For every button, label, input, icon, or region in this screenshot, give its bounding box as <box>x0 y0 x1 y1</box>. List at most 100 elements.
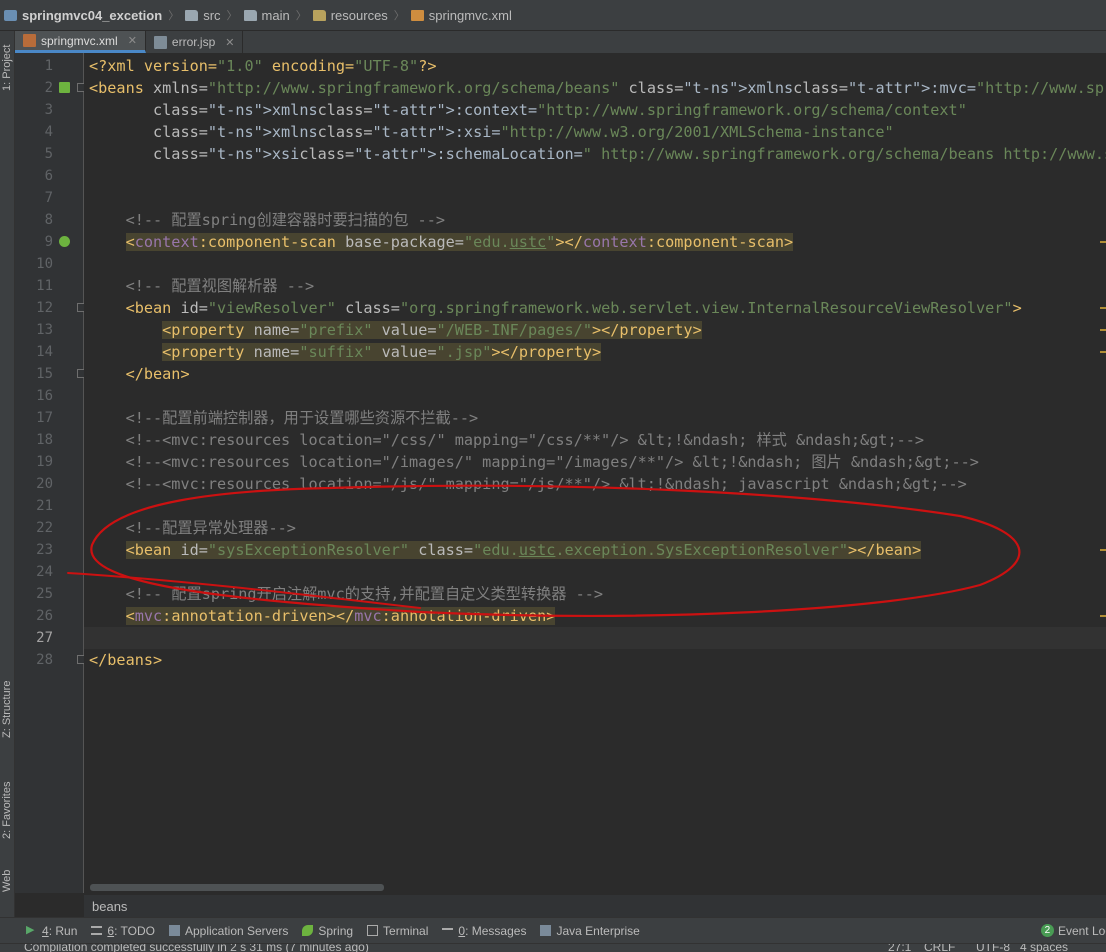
editor-tabs: springmvc.xml ✕ error.jsp ✕ <box>15 31 1106 54</box>
breadcrumb-file[interactable]: springmvc.xml <box>407 0 516 30</box>
event-count-badge: 2 <box>1040 924 1054 937</box>
error-stripe-mark[interactable] <box>1100 307 1106 309</box>
error-stripe-mark[interactable] <box>1100 241 1106 243</box>
code-line[interactable]: <!-- 配置spring开启注解mvc的支持,并配置自定义类型转换器 --> <box>89 583 603 605</box>
line-number: 28 <box>36 652 53 668</box>
line-number: 27 <box>36 630 53 646</box>
line-number: 2 <box>44 80 53 96</box>
server-icon <box>168 925 180 936</box>
run-icon: ▶ <box>26 924 35 936</box>
web-tool-tab[interactable]: Web <box>0 863 14 899</box>
line-number: 6 <box>44 168 53 184</box>
code-line[interactable]: <property name="prefix" value="/WEB-INF/… <box>89 319 702 341</box>
close-icon[interactable]: ✕ <box>225 36 234 49</box>
breadcrumb-src-label: src <box>203 7 221 23</box>
tool-window-bar: ▶ 4: Run 6: TODO Application Servers Spr… <box>0 917 1106 943</box>
messages-icon <box>442 927 454 934</box>
code-line[interactable]: <beans xmlns="http://www.springframework… <box>89 77 1106 99</box>
breadcrumb-main[interactable]: main <box>240 0 294 30</box>
code-line[interactable]: class="t-ns">xmlnsclass="t-attr">:contex… <box>89 99 967 121</box>
navigation-bar: springmvc04_excetion 〉 src 〉 main 〉 reso… <box>0 0 1106 31</box>
breadcrumb-separator: 〉 <box>295 10 307 22</box>
error-stripe-mark[interactable] <box>1100 615 1106 617</box>
line-number: 10 <box>36 256 53 272</box>
line-number: 15 <box>36 366 53 382</box>
java-enterprise-label: Java Enterprise <box>556 923 640 938</box>
event-log-button[interactable]: 2 Event Log <box>1040 918 1106 943</box>
spring-label: Spring <box>318 923 354 938</box>
line-number: 9 <box>44 234 53 250</box>
close-icon[interactable]: ✕ <box>128 34 137 47</box>
code-line[interactable]: </bean> <box>89 363 190 385</box>
tab-label: error.jsp <box>171 35 216 49</box>
code-line[interactable]: class="t-ns">xmlnsclass="t-attr">:xsi="h… <box>89 121 894 143</box>
breadcrumb-main-label: main <box>261 7 290 23</box>
spring-scan-icon[interactable] <box>59 236 70 247</box>
code-line[interactable]: </beans> <box>89 649 162 671</box>
code-line[interactable]: <!--<mvc:resources location="/images/" m… <box>89 451 979 473</box>
code-line[interactable]: <mvc:annotation-driven></mvc:annotation-… <box>89 605 556 627</box>
spring-tool-button[interactable]: Spring <box>302 924 353 938</box>
xml-file-icon <box>23 34 36 47</box>
code-line[interactable]: <context:component-scan base-package="ed… <box>89 231 794 253</box>
code-line[interactable]: <bean id="sysExceptionResolver" class="e… <box>89 539 922 561</box>
tab-springmvc-xml[interactable]: springmvc.xml ✕ <box>15 31 146 53</box>
todo-tool-button[interactable]: 6: TODO <box>91 924 155 938</box>
code-line[interactable]: <?xml version="1.0" encoding="UTF-8"?> <box>89 55 436 77</box>
line-number: 7 <box>44 190 53 206</box>
folder-icon <box>243 9 257 21</box>
error-stripe-mark[interactable] <box>1100 329 1106 331</box>
breadcrumb-src[interactable]: src <box>181 0 224 30</box>
code-line[interactable]: <!--<mvc:resources location="/js/" mappi… <box>89 473 967 495</box>
editor-breadcrumb-beans[interactable]: beans <box>92 899 127 914</box>
breadcrumb-resources[interactable]: resources <box>309 0 392 30</box>
messages-key: 0 <box>458 923 466 938</box>
terminal-label: Terminal <box>383 923 429 938</box>
line-number: 20 <box>36 476 53 492</box>
module-icon <box>4 9 17 21</box>
code-line[interactable]: <bean id="viewResolver" class="org.sprin… <box>89 297 1022 319</box>
run-key: 4 <box>42 923 49 938</box>
tab-label: springmvc.xml <box>41 33 118 48</box>
breadcrumb-separator: 〉 <box>226 10 238 22</box>
terminal-icon <box>367 925 379 936</box>
code-editor[interactable]: <?xml version="1.0" encoding="UTF-8"?> <b… <box>84 53 1106 893</box>
folder-icon <box>185 9 199 21</box>
application-servers-button[interactable]: Application Servers <box>168 924 288 938</box>
line-number: 22 <box>36 520 53 536</box>
favorites-tool-tab[interactable]: 2: Favorites <box>0 765 14 855</box>
error-stripe-mark[interactable] <box>1100 549 1106 551</box>
code-line[interactable]: <!--<mvc:resources location="/css/" mapp… <box>89 429 924 451</box>
code-line[interactable]: <!-- 配置视图解析器 --> <box>89 275 315 297</box>
messages-tool-button[interactable]: 0: Messages <box>442 924 526 938</box>
run-tool-button[interactable]: ▶ 4: Run <box>26 924 77 938</box>
structure-tool-tab[interactable]: Z: Structure <box>0 669 14 749</box>
tab-error-jsp[interactable]: error.jsp ✕ <box>146 31 244 53</box>
code-line[interactable]: <!--配置前端控制器，用于设置哪些资源不拦截--> <box>89 407 479 429</box>
terminal-tool-button[interactable]: Terminal <box>367 924 428 938</box>
java-enterprise-button[interactable]: Java Enterprise <box>540 923 640 938</box>
line-number: 21 <box>36 498 53 514</box>
spring-context-icon[interactable] <box>59 82 70 93</box>
breadcrumb-project-label: springmvc04_excetion <box>22 7 163 23</box>
xml-file-icon <box>410 9 424 21</box>
horizontal-scrollbar[interactable] <box>90 884 384 891</box>
code-line[interactable]: class="t-ns">xsiclass="t-attr">:schemaLo… <box>89 143 1106 165</box>
line-number: 3 <box>44 102 53 118</box>
code-line[interactable]: <!-- 配置spring创建容器时要扫描的包 --> <box>89 209 445 231</box>
code-line[interactable]: <property name="suffix" value=".jsp"></p… <box>89 341 602 363</box>
jsp-file-icon <box>153 35 167 49</box>
breadcrumb-project[interactable]: springmvc04_excetion <box>0 0 166 30</box>
current-line-highlight <box>84 627 1106 649</box>
line-number: 8 <box>44 212 53 228</box>
line-number: 19 <box>36 454 53 470</box>
project-tool-tab[interactable]: 1: Project <box>0 35 14 101</box>
breadcrumb-separator: 〉 <box>393 10 405 22</box>
line-number: 11 <box>36 278 53 294</box>
code-line[interactable]: <!--配置异常处理器--> <box>89 517 296 539</box>
error-stripe-mark[interactable] <box>1100 351 1106 353</box>
line-number: 4 <box>44 124 53 140</box>
line-number: 13 <box>36 322 53 338</box>
line-number-gutter[interactable]: 1 2 3 4 5 6 7 8 9 10 11 12 13 14 15 16 17 18 19 20 21 22 23 24 2… <box>15 53 85 893</box>
line-number: 5 <box>44 146 53 162</box>
